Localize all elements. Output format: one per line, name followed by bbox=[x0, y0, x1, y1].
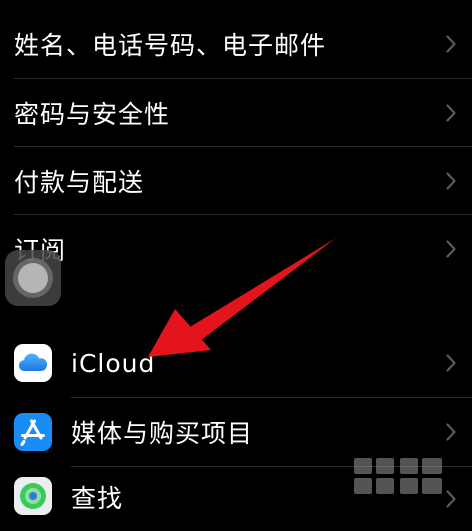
row-label: 查找 bbox=[71, 484, 124, 513]
chevron-right-icon bbox=[446, 354, 456, 372]
row-password-security[interactable]: 密码与安全性 bbox=[0, 79, 472, 146]
chevron-right-icon bbox=[446, 35, 456, 53]
row-label: 密码与安全性 bbox=[14, 99, 171, 129]
chevron-right-icon bbox=[446, 103, 456, 122]
row-icloud[interactable]: iCloud bbox=[0, 329, 472, 397]
app-store-icon bbox=[14, 413, 52, 451]
row-payment-shipping[interactable]: 付款与配送 bbox=[0, 147, 472, 214]
chevron-right-icon bbox=[446, 171, 456, 190]
row-subscriptions[interactable]: 订阅 bbox=[0, 215, 472, 283]
assistive-touch-button[interactable] bbox=[5, 250, 61, 306]
chevron-right-icon bbox=[446, 240, 456, 258]
icloud-icon bbox=[14, 344, 52, 382]
chevron-right-icon bbox=[446, 490, 456, 508]
row-name-phone-email[interactable]: 姓名、电话号码、电子邮件 bbox=[0, 10, 472, 78]
assistive-touch-center bbox=[18, 263, 48, 293]
row-label: 付款与配送 bbox=[14, 167, 145, 197]
watermark bbox=[352, 454, 446, 500]
row-label: 姓名、电话号码、电子邮件 bbox=[14, 31, 327, 60]
chevron-right-icon bbox=[446, 423, 456, 441]
